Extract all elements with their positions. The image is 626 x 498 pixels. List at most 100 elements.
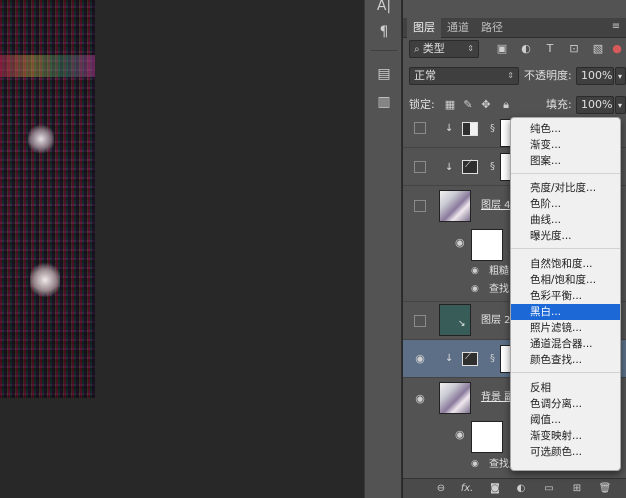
tab-layers[interactable]: 图层 bbox=[407, 18, 441, 38]
lock-label: 锁定: bbox=[409, 98, 435, 111]
menu-item-color-lookup[interactable]: 颜色查找... bbox=[511, 352, 620, 368]
tab-channels[interactable]: 通道 bbox=[441, 18, 475, 38]
layer-thumbnail[interactable] bbox=[439, 382, 471, 414]
blend-mode-select[interactable]: 正常 ⇕ bbox=[409, 67, 519, 85]
fill-input[interactable]: 100% bbox=[576, 96, 614, 114]
blend-mode-label: 正常 bbox=[414, 69, 436, 82]
tab-paths[interactable]: 路径 bbox=[475, 18, 509, 38]
menu-item-channel-mixer[interactable]: 通道混合器... bbox=[511, 336, 620, 352]
chevron-down-icon: ▾ bbox=[618, 72, 623, 81]
filter-toggle-icon[interactable]: ● bbox=[610, 42, 624, 56]
pixel-filter-icon[interactable]: ▣ bbox=[495, 42, 509, 56]
menu-item-vibrance[interactable]: 自然饱和度... bbox=[511, 256, 620, 272]
smart-object-filter-icon[interactable]: ▧ bbox=[591, 42, 605, 56]
panel-menu-icon[interactable]: ≡ bbox=[610, 21, 622, 33]
adjustment-filter-icon[interactable]: ◐ bbox=[519, 42, 533, 56]
adjustment-thumbnail[interactable] bbox=[462, 122, 478, 136]
lock-image-icon[interactable]: ✎ bbox=[461, 98, 475, 112]
menu-item-exposure[interactable]: 曝光度... bbox=[511, 228, 620, 244]
menu-item-levels[interactable]: 色阶... bbox=[511, 196, 620, 212]
lock-all-icon[interactable]: 🔒︎ bbox=[499, 98, 513, 112]
chevron-updown-icon: ⇕ bbox=[507, 71, 514, 80]
history-icon[interactable]: ▤ bbox=[376, 66, 392, 82]
visibility-toggle[interactable] bbox=[414, 200, 426, 212]
layer-name[interactable]: 图层 4 bbox=[481, 200, 511, 212]
trash-icon[interactable]: 🗑︎ bbox=[597, 482, 613, 496]
layers-bottom-toolbar: ⊖ fx. ◙ ◐ ▭ ⊞ 🗑︎ bbox=[403, 478, 626, 498]
chevron-updown-icon: ⇕ bbox=[467, 44, 474, 53]
menu-item-gradient-map[interactable]: 渐变映射... bbox=[511, 428, 620, 444]
eye-icon[interactable]: ◉ bbox=[413, 352, 427, 366]
menu-item-posterize[interactable]: 色调分离... bbox=[511, 396, 620, 412]
link-icon[interactable]: § bbox=[490, 123, 495, 135]
layer-name[interactable]: 图层 2 bbox=[481, 315, 511, 327]
lock-transparent-icon[interactable]: ▦ bbox=[443, 98, 457, 112]
notes-icon[interactable]: ▥ bbox=[376, 94, 392, 110]
panel-tab-row: 图层 通道 路径 ≡ bbox=[403, 18, 626, 38]
filter-name: 查找 bbox=[489, 284, 509, 295]
menu-item-pattern[interactable]: 图案... bbox=[511, 153, 620, 169]
smart-filter-mask[interactable] bbox=[471, 421, 503, 453]
eye-icon[interactable]: ◉ bbox=[471, 459, 479, 469]
menu-item-color-balance[interactable]: 色彩平衡... bbox=[511, 288, 620, 304]
new-layer-icon[interactable]: ⊞ bbox=[569, 482, 585, 496]
lock-position-icon[interactable]: ✥ bbox=[479, 98, 493, 112]
link-layers-icon[interactable]: ⊖ bbox=[433, 482, 449, 496]
link-icon[interactable]: § bbox=[490, 353, 495, 365]
character-icon[interactable]: A| bbox=[376, 0, 392, 14]
new-group-icon[interactable]: ▭ bbox=[541, 482, 557, 496]
filter-name: 粗糙 bbox=[489, 266, 509, 277]
canvas-detail bbox=[0, 55, 95, 77]
clip-arrow-icon: ↓ bbox=[445, 353, 454, 364]
clip-arrow-icon: ↓ bbox=[445, 123, 454, 134]
eye-icon[interactable]: ◉ bbox=[471, 284, 479, 294]
opacity-label: 不透明度: bbox=[524, 69, 572, 82]
menu-item-invert[interactable]: 反相 bbox=[511, 380, 620, 396]
canvas-image[interactable] bbox=[0, 0, 95, 398]
add-layer-style-button[interactable]: fx. bbox=[459, 482, 475, 496]
filter-row: ⌕ 类型 ⇕ ▣ ◐ T ⊡ ▧ ● bbox=[403, 39, 626, 61]
eye-icon[interactable]: ◉ bbox=[455, 428, 465, 441]
clip-arrow-icon: ↓ bbox=[445, 162, 454, 173]
eye-icon[interactable]: ◉ bbox=[455, 236, 465, 249]
canvas-detail bbox=[30, 262, 60, 298]
visibility-toggle[interactable] bbox=[414, 315, 426, 327]
curves-adjustment-thumbnail[interactable]: ⟋ bbox=[462, 159, 478, 174]
menu-item-gradient[interactable]: 渐变... bbox=[511, 137, 620, 153]
menu-item-hue-saturation[interactable]: 色相/饱和度... bbox=[511, 272, 620, 288]
menu-item-solid-color[interactable]: 纯色... bbox=[511, 121, 620, 137]
filter-kind-select[interactable]: ⌕ 类型 ⇕ bbox=[409, 40, 479, 58]
curves-icon: ⟋ bbox=[465, 159, 472, 170]
opacity-input[interactable]: 100% bbox=[576, 67, 614, 85]
smart-filter-mask[interactable] bbox=[471, 229, 503, 261]
menu-item-selective-color[interactable]: 可选颜色... bbox=[511, 444, 620, 460]
layer-thumbnail[interactable]: ↘ bbox=[439, 304, 471, 336]
link-icon[interactable]: § bbox=[490, 161, 495, 173]
visibility-toggle[interactable] bbox=[414, 122, 426, 134]
menu-item-curves[interactable]: 曲线... bbox=[511, 212, 620, 228]
visibility-toggle[interactable] bbox=[414, 161, 426, 173]
type-filter-icon[interactable]: T bbox=[543, 42, 557, 56]
add-mask-icon[interactable]: ◙ bbox=[487, 482, 503, 496]
layer-thumbnail[interactable] bbox=[439, 190, 471, 222]
menu-item-brightness-contrast[interactable]: 亮度/对比度... bbox=[511, 180, 620, 196]
curves-adjustment-thumbnail[interactable]: ⟋ bbox=[462, 351, 478, 366]
menu-separator bbox=[511, 173, 620, 174]
menu-item-photo-filter[interactable]: 照片滤镜... bbox=[511, 320, 620, 336]
eye-icon[interactable]: ◉ bbox=[471, 266, 479, 276]
new-adjustment-layer-menu[interactable]: 纯色... 渐变... 图案... 亮度/对比度... 色阶... 曲线... … bbox=[510, 117, 621, 471]
fill-label: 填充: bbox=[546, 98, 572, 111]
lock-row: 锁定: ▦ ✎ ✥ 🔒︎ 填充: 100% ▾ bbox=[403, 95, 626, 117]
paragraph-icon[interactable]: ¶ bbox=[376, 24, 392, 40]
shape-filter-icon[interactable]: ⊡ bbox=[567, 42, 581, 56]
menu-item-black-white[interactable]: 黑白... bbox=[511, 304, 620, 320]
new-adjustment-layer-icon[interactable]: ◐ bbox=[513, 482, 529, 496]
menu-item-threshold[interactable]: 阈值... bbox=[511, 412, 620, 428]
eye-icon[interactable]: ◉ bbox=[413, 392, 427, 406]
opacity-dropdown-button[interactable]: ▾ bbox=[615, 67, 626, 85]
fill-dropdown-button[interactable]: ▾ bbox=[615, 96, 626, 114]
menu-separator bbox=[511, 248, 620, 249]
document-canvas-area[interactable] bbox=[0, 0, 364, 498]
filter-kind-label: 类型 bbox=[422, 42, 445, 55]
canvas-detail bbox=[28, 124, 54, 154]
